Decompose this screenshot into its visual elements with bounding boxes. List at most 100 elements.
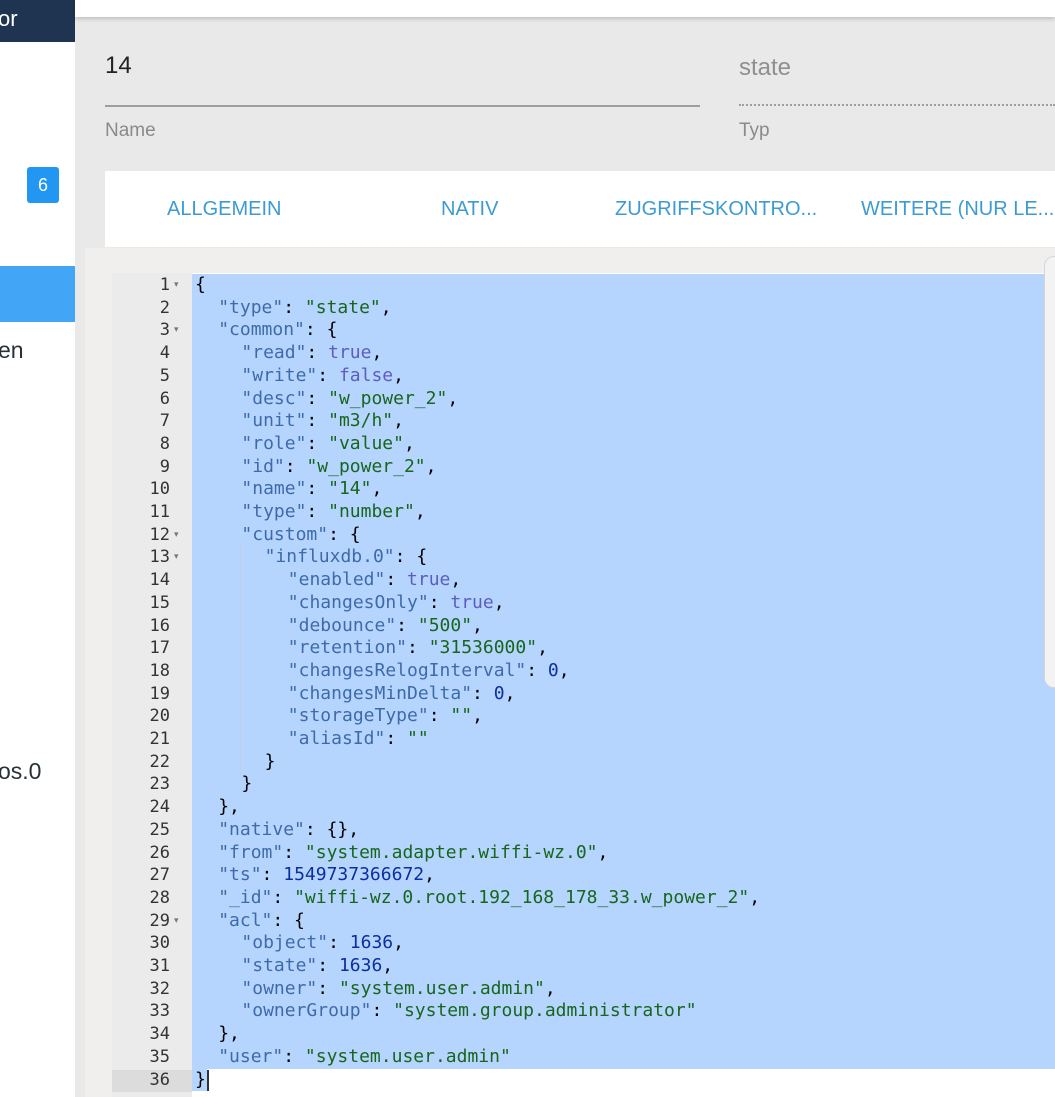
code-line: "ownerGroup": "system.group.administrato…: [241, 1000, 696, 1022]
line-number: 36: [149, 1069, 170, 1090]
line-number: 29: [149, 910, 170, 931]
code-token: },: [218, 796, 240, 818]
fold-toggle-icon[interactable]: ▾: [174, 274, 179, 296]
fold-toggle-icon[interactable]: ▾: [174, 319, 179, 341]
sidebar-header: or: [0, 0, 75, 42]
code-line: "read": true,: [241, 342, 382, 364]
line-number: 6: [159, 388, 170, 409]
sidebar-item-label[interactable]: en: [0, 337, 24, 364]
code-line: "_id": "wiffi-wz.0.root.192_168_178_33.w…: [218, 887, 760, 909]
sidebar-item-active[interactable]: [0, 266, 75, 322]
name-input-underline: [105, 105, 700, 107]
code-line: "from": "system.adapter.wiffi-wz.0",: [218, 842, 608, 864]
code-token: "aliasId": [287, 728, 386, 749]
code-line: "native": {},: [218, 819, 359, 841]
code-token: 1549737366672: [283, 864, 425, 886]
tab-nativ[interactable]: NATIV: [441, 171, 498, 247]
code-token: ,: [403, 432, 415, 454]
code-token: "custom": [241, 523, 329, 545]
fold-toggle-icon[interactable]: ▾: [174, 910, 179, 932]
code-token: "retention": [287, 637, 408, 659]
code-token: ,: [450, 569, 462, 591]
line-number: 23: [149, 774, 170, 795]
tab-zugriffskontrolle[interactable]: ZUGRIFFSKONTRO...: [615, 171, 817, 247]
code-token: ,: [544, 977, 556, 999]
code-token: "enabled": [287, 569, 386, 591]
code-token: : {: [328, 523, 361, 545]
code-token: "write": [241, 364, 318, 386]
code-token: :: [306, 387, 329, 409]
code-line: "id": "w_power_2",: [241, 456, 436, 478]
name-input[interactable]: 14: [105, 52, 132, 80]
code-line: "desc": "w_power_2",: [241, 388, 458, 410]
app-top-bar: [75, 0, 1055, 17]
line-number: 31: [149, 956, 170, 976]
code-line: "unit": "m3/h",: [241, 410, 404, 432]
code-token: :: [317, 364, 339, 386]
code-token: {: [195, 274, 206, 295]
sidebar-item-label[interactable]: os.0: [0, 758, 41, 785]
name-label: Name: [105, 120, 156, 141]
code-token: :: [526, 659, 548, 681]
line-number: 12: [149, 524, 170, 545]
code-line: "retention": "31536000",: [288, 637, 548, 659]
code-line: },: [218, 1023, 240, 1045]
code-token: "state": [304, 296, 381, 318]
code-token: "value": [328, 432, 404, 454]
code-token: }: [241, 773, 253, 795]
line-number: 30: [149, 933, 170, 954]
code-token: :: [371, 1000, 394, 1022]
line-number: 25: [149, 819, 170, 840]
code-token: ,: [537, 637, 548, 659]
line-number: 21: [149, 729, 170, 749]
line-number: 26: [149, 842, 170, 863]
line-number: 33: [149, 1001, 170, 1022]
code-token: ,: [371, 478, 383, 500]
code-token: ,: [447, 387, 459, 409]
code-token: true: [328, 342, 372, 364]
line-number: 27: [149, 865, 170, 886]
code-line: {: [195, 274, 206, 296]
code-token: "m3/h": [328, 410, 394, 432]
tab-weitere[interactable]: WEITERE (NUR LE...: [861, 171, 1054, 247]
code-token: 0: [547, 659, 559, 681]
line-number: 11: [149, 502, 170, 522]
code-line: "changesOnly": true,: [288, 592, 505, 614]
indent-guide: [240, 546, 241, 774]
code-token: "changesMinDelta": [287, 682, 473, 704]
code-token: }: [264, 750, 276, 772]
line-number: 32: [149, 978, 170, 999]
code-token: "read": [241, 342, 307, 364]
code-line: "ts": 1549737366672,: [218, 864, 435, 886]
code-token: ,: [414, 501, 426, 522]
code-line: "owner": "system.user.admin",: [241, 978, 555, 1000]
code-token: :: [385, 728, 408, 749]
code-line: "enabled": true,: [288, 569, 461, 591]
code-line: "object": 1636,: [241, 932, 404, 954]
type-input[interactable]: state: [739, 54, 791, 82]
code-token: true: [407, 569, 451, 591]
sidebar-header-text: or: [0, 6, 18, 31]
code-token: "number": [328, 501, 415, 522]
code-token: "wiffi-wz.0.root.192_168_178_33.w_power_…: [294, 886, 750, 908]
code-token: "user": [218, 1045, 284, 1067]
code-line: "name": "14",: [241, 478, 382, 500]
code-token: "14": [328, 478, 372, 500]
line-number: 28: [149, 887, 170, 908]
line-number: 7: [159, 411, 170, 432]
fold-toggle-icon[interactable]: ▾: [174, 524, 179, 546]
code-token: "system.group.administrator": [393, 1000, 697, 1022]
fold-toggle-icon[interactable]: ▾: [174, 546, 179, 568]
code-token: },: [218, 1023, 240, 1045]
tab-allgemein[interactable]: ALLGEMEIN: [167, 171, 281, 247]
line-number: 1: [159, 275, 170, 295]
line-number: 2: [159, 297, 170, 318]
editor-scrollbar[interactable]: [1044, 256, 1055, 688]
code-token: "w_power_2": [306, 455, 426, 477]
code-token: "role": [241, 432, 307, 454]
code-token: 1636: [349, 932, 394, 954]
code-token: : {: [272, 909, 305, 931]
code-token: "type": [218, 296, 284, 318]
code-token: "w_power_2": [328, 387, 448, 409]
code-token: "desc": [241, 387, 307, 409]
